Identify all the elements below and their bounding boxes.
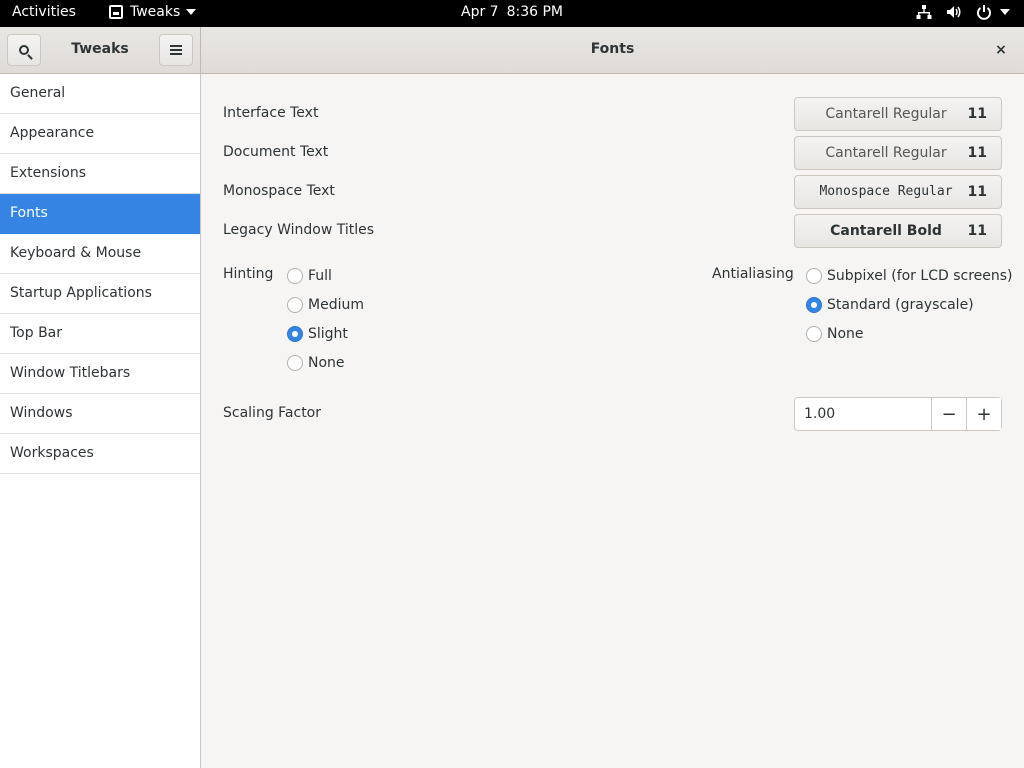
radio-label: None bbox=[308, 355, 345, 371]
system-menu-caret-icon bbox=[1000, 9, 1010, 15]
legacy-font-name: Cantarell Bold bbox=[830, 223, 942, 239]
header-bar: Tweaks Fonts × bbox=[0, 27, 1024, 74]
sidebar-item-startup-applications[interactable]: Startup Applications bbox=[0, 274, 200, 314]
scaling-factor-spinbutton: 1.00 − + bbox=[794, 397, 1002, 431]
scaling-factor-label: Scaling Factor bbox=[223, 405, 322, 421]
radio-indicator bbox=[806, 326, 822, 342]
radio-label: Slight bbox=[308, 326, 348, 342]
header-bar-left: Tweaks bbox=[0, 27, 201, 73]
gnome-top-bar: Activities Tweaks Apr 7 8:36 PM bbox=[0, 0, 1024, 27]
document-text-label: Document Text bbox=[223, 144, 329, 160]
hinting-slight-radio[interactable]: Slight bbox=[287, 326, 348, 342]
legacy-window-titles-label: Legacy Window Titles bbox=[223, 222, 375, 238]
radio-label: Full bbox=[308, 268, 332, 284]
radio-label: None bbox=[827, 326, 864, 342]
sidebar-item-workspaces[interactable]: Workspaces bbox=[0, 434, 200, 474]
power-icon bbox=[977, 5, 991, 20]
monospace-text-label: Monospace Text bbox=[223, 183, 335, 199]
scaling-factor-input[interactable]: 1.00 bbox=[795, 398, 931, 430]
monospace-font-name: Monospace Regular bbox=[819, 184, 953, 199]
search-icon bbox=[19, 45, 29, 55]
sidebar-item-general[interactable]: General bbox=[0, 74, 200, 114]
search-button[interactable] bbox=[7, 34, 41, 66]
sidebar-item-fonts[interactable]: Fonts bbox=[0, 194, 200, 234]
legacy-font-size: 11 bbox=[967, 223, 987, 239]
menu-button[interactable] bbox=[159, 34, 193, 66]
network-icon bbox=[916, 5, 932, 19]
sidebar-item-top-bar[interactable]: Top Bar bbox=[0, 314, 200, 354]
clock-time: 8:36 PM bbox=[506, 4, 563, 20]
radio-indicator bbox=[287, 268, 303, 284]
sidebar: General Appearance Extensions Fonts Keyb… bbox=[0, 74, 201, 768]
sidebar-item-windows[interactable]: Windows bbox=[0, 394, 200, 434]
clock[interactable]: Apr 7 8:36 PM bbox=[0, 4, 1024, 20]
sidebar-item-appearance[interactable]: Appearance bbox=[0, 114, 200, 154]
hinting-full-radio[interactable]: Full bbox=[287, 268, 332, 284]
radio-indicator-selected bbox=[806, 297, 822, 313]
radio-indicator-selected bbox=[287, 326, 303, 342]
radio-label: Subpixel (for LCD screens) bbox=[827, 268, 1013, 284]
document-text-font-button[interactable]: Cantarell Regular 11 bbox=[794, 136, 1002, 170]
antialiasing-label: Antialiasing bbox=[712, 266, 794, 282]
sidebar-title: Tweaks bbox=[71, 41, 129, 57]
radio-label: Medium bbox=[308, 297, 364, 313]
radio-label: Standard (grayscale) bbox=[827, 297, 974, 313]
radio-indicator bbox=[806, 268, 822, 284]
interface-text-label: Interface Text bbox=[223, 105, 319, 121]
monospace-font-size: 11 bbox=[967, 184, 987, 200]
hamburger-icon bbox=[170, 45, 182, 55]
fonts-panel: Interface Text Cantarell Regular 11 Docu… bbox=[201, 74, 1024, 768]
volume-icon bbox=[947, 6, 961, 18]
monospace-text-font-button[interactable]: Monospace Regular 11 bbox=[794, 175, 1002, 209]
page-title: Fonts bbox=[590, 41, 635, 57]
antialiasing-subpixel-radio[interactable]: Subpixel (for LCD screens) bbox=[806, 268, 1013, 284]
close-button[interactable]: × bbox=[990, 39, 1012, 61]
hinting-none-radio[interactable]: None bbox=[287, 355, 345, 371]
document-font-name: Cantarell Regular bbox=[825, 145, 947, 161]
radio-indicator bbox=[287, 297, 303, 313]
sidebar-item-keyboard-mouse[interactable]: Keyboard & Mouse bbox=[0, 234, 200, 274]
hinting-medium-radio[interactable]: Medium bbox=[287, 297, 364, 313]
close-icon: × bbox=[995, 42, 1007, 58]
document-font-size: 11 bbox=[967, 145, 987, 161]
clock-date: Apr 7 bbox=[461, 4, 499, 20]
interface-font-size: 11 bbox=[967, 106, 987, 122]
system-tray[interactable] bbox=[916, 4, 1010, 20]
radio-indicator bbox=[287, 355, 303, 371]
interface-font-name: Cantarell Regular bbox=[825, 106, 947, 122]
sidebar-item-extensions[interactable]: Extensions bbox=[0, 154, 200, 194]
decrement-button[interactable]: − bbox=[931, 398, 966, 430]
antialiasing-none-radio[interactable]: None bbox=[806, 326, 864, 342]
antialiasing-standard-radio[interactable]: Standard (grayscale) bbox=[806, 297, 974, 313]
legacy-window-titles-font-button[interactable]: Cantarell Bold 11 bbox=[794, 214, 1002, 248]
sidebar-item-window-titlebars[interactable]: Window Titlebars bbox=[0, 354, 200, 394]
hinting-label: Hinting bbox=[223, 266, 274, 282]
interface-text-font-button[interactable]: Cantarell Regular 11 bbox=[794, 97, 1002, 131]
increment-button[interactable]: + bbox=[966, 398, 1001, 430]
